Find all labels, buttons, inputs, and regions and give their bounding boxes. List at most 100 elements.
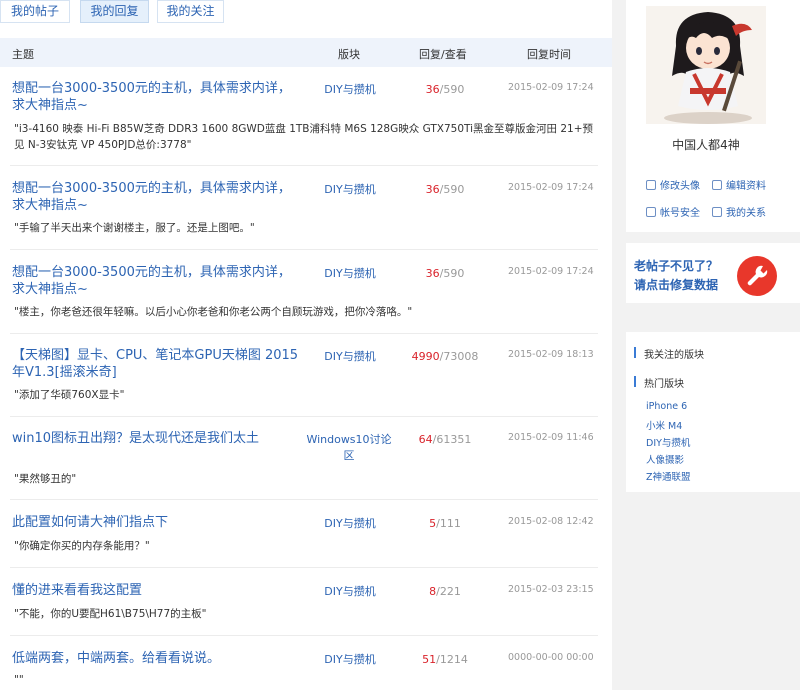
my-relations-label: 我的关系: [726, 208, 766, 219]
view-count: /221: [436, 585, 461, 598]
reply-view-count: 51/1214: [400, 653, 490, 666]
edit-avatar-link[interactable]: 修改头像: [646, 177, 700, 192]
row-divider: [10, 499, 598, 500]
edit-avatar-label: 修改头像: [660, 181, 700, 192]
board-link[interactable]: DIY与攒机: [300, 82, 400, 98]
user-icon: [646, 180, 656, 190]
reply-time: 2015-02-09 11:46: [508, 432, 594, 443]
reply-count: 51: [422, 653, 437, 666]
thread-title-link[interactable]: 【天梯图】显卡、CPU、笔记本GPU天梯图 2015年V1.3[摇滚米奇]: [12, 347, 302, 381]
reply-quote[interactable]: "手输了半天出来个谢谢楼主，服了。还是上图吧。": [14, 220, 599, 236]
view-count: /590: [439, 183, 465, 196]
board-link[interactable]: DIY与攒机: [300, 652, 400, 668]
table-row: 想配一台3000-3500元的主机，具体需求内详，求大神指点~ DIY与攒机 3…: [0, 180, 612, 250]
reply-time: 0000-00-00 00:00: [508, 652, 594, 663]
reply-time: 2015-02-08 12:42: [508, 516, 594, 527]
hot-board-link[interactable]: DIY与攒机: [646, 435, 690, 449]
thread-title-link[interactable]: 低端两套，中端两套。给看看说说。: [12, 650, 302, 667]
avatar[interactable]: [646, 6, 766, 124]
reply-quote[interactable]: "添加了华硕760X显卡": [14, 387, 599, 403]
table-row: win10图标丑出翔？是太现代还是我们太土 Windows10讨论区 64/61…: [0, 430, 612, 500]
reply-view-count: 5/111: [400, 517, 490, 530]
reply-time: 2015-02-09 18:13: [508, 349, 594, 360]
wrench-icon[interactable]: [737, 256, 777, 296]
row-divider: [10, 635, 598, 636]
reply-time: 2015-02-09 17:24: [508, 266, 594, 277]
followed-boards-heading[interactable]: 我关注的版块: [634, 346, 704, 361]
reply-time: 2015-02-09 17:24: [508, 82, 594, 93]
table-row: 懂的进来看看我这配置 DIY与攒机 8/221 2015-02-03 23:15…: [0, 582, 612, 636]
board-link[interactable]: DIY与攒机: [300, 349, 400, 365]
avatar-figurine-image: [646, 6, 766, 124]
account-security-link[interactable]: 帐号安全: [646, 204, 700, 219]
reply-quote[interactable]: "楼主，你老爸还很年轻嘛。以后小心你老爸和你老公两个自顾玩游戏，把你冷落咯。": [14, 304, 599, 320]
thread-title-link[interactable]: 想配一台3000-3500元的主机，具体需求内详，求大神指点~: [12, 80, 302, 114]
table-row: 想配一台3000-3500元的主机，具体需求内详，求大神指点~ DIY与攒机 3…: [0, 264, 612, 334]
thread-title-link[interactable]: 此配置如何请大神们指点下: [12, 514, 302, 531]
reply-count: 64: [418, 433, 433, 446]
hot-board-link[interactable]: 小米 M4: [646, 418, 682, 432]
reply-view-count: 8/221: [400, 585, 490, 598]
board-link[interactable]: Windows10讨论区: [304, 432, 394, 464]
board-link[interactable]: DIY与攒机: [300, 584, 400, 600]
row-divider: [10, 333, 598, 334]
username[interactable]: 中国人都4神: [626, 136, 786, 153]
board-link[interactable]: DIY与攒机: [300, 182, 400, 198]
hot-board-link[interactable]: iPhone 6: [646, 401, 687, 412]
table-row: 想配一台3000-3500元的主机，具体需求内详，求大神指点~ DIY与攒机 3…: [0, 80, 612, 166]
col-board: 版块: [338, 48, 360, 61]
reply-quote[interactable]: "i3-4160 映泰 Hi-Fi B85W芝奇 DDR3 1600 8GWD蓝…: [14, 121, 599, 153]
reply-count: 36: [425, 83, 440, 96]
tab-bar: 我的帖子 我的回复 我的关注: [0, 0, 612, 32]
boards-panel: 我关注的版块 热门版块 iPhone 6 小米 M4 DIY与攒机 人像摄影 Z…: [626, 332, 800, 492]
reply-view-count: 36/590: [400, 267, 490, 280]
hot-board-link[interactable]: Z神通联盟: [646, 469, 691, 483]
reply-view-count: 4990/73008: [400, 350, 490, 363]
thread-title-link[interactable]: win10图标丑出翔？是太现代还是我们太土: [12, 430, 302, 447]
hot-boards-heading: 热门版块: [634, 375, 684, 390]
table-row: 【天梯图】显卡、CPU、笔记本GPU天梯图 2015年V1.3[摇滚米奇] DI…: [0, 347, 612, 417]
reply-view-count: 36/590: [400, 83, 490, 96]
link-icon: [712, 207, 722, 217]
col-reply-view: 回复/查看: [419, 48, 467, 61]
reply-view-count: 36/590: [400, 183, 490, 196]
edit-profile-link[interactable]: 编辑资料: [712, 177, 766, 192]
view-count: /1214: [436, 653, 468, 666]
table-row: 此配置如何请大神们指点下 DIY与攒机 5/111 2015-02-08 12:…: [0, 514, 612, 568]
repair-banner-line2: 请点击修复数据: [634, 278, 719, 292]
repair-banner-line1: 老帖子不见了？: [634, 259, 719, 273]
account-security-label: 帐号安全: [660, 208, 700, 219]
reply-quote[interactable]: "果然够丑的": [14, 471, 599, 487]
view-count: /111: [436, 517, 461, 530]
reply-quote[interactable]: "你确定你买的内存条能用？": [14, 538, 599, 554]
reply-quote[interactable]: "": [14, 672, 599, 688]
table-header: 主题 版块 回复/查看 回复时间: [0, 38, 612, 67]
profile-card: 中国人都4神 修改头像 编辑资料 帐号安全 我的关系: [626, 0, 800, 232]
thread-title-link[interactable]: 想配一台3000-3500元的主机，具体需求内详，求大神指点~: [12, 180, 302, 214]
board-link[interactable]: DIY与攒机: [300, 266, 400, 282]
view-count: /590: [439, 83, 465, 96]
reply-quote[interactable]: "不能，你的U要配H61\B75\H77的主板": [14, 606, 599, 622]
shield-icon: [646, 207, 656, 217]
reply-count: 36: [425, 183, 440, 196]
row-divider: [10, 249, 598, 250]
repair-data-banner[interactable]: 老帖子不见了？ 请点击修复数据: [626, 243, 800, 303]
tab-my-replies[interactable]: 我的回复: [80, 0, 149, 23]
reply-time: 2015-02-09 17:24: [508, 182, 594, 193]
view-count: /73008: [439, 350, 479, 363]
reply-time: 2015-02-03 23:15: [508, 584, 594, 595]
col-topic: 主题: [12, 48, 34, 61]
col-reply-time: 回复时间: [527, 48, 571, 61]
thread-title-link[interactable]: 懂的进来看看我这配置: [12, 582, 302, 599]
tab-my-follows[interactable]: 我的关注: [157, 0, 224, 23]
table-row: 低端两套，中端两套。给看看说说。 DIY与攒机 51/1214 0000-00-…: [0, 650, 612, 690]
row-divider: [10, 416, 598, 417]
thread-title-link[interactable]: 想配一台3000-3500元的主机，具体需求内详，求大神指点~: [12, 264, 302, 298]
view-count: /61351: [432, 433, 472, 446]
my-relations-link[interactable]: 我的关系: [712, 204, 766, 219]
tab-my-posts[interactable]: 我的帖子: [0, 0, 70, 23]
hot-board-link[interactable]: 人像摄影: [646, 452, 684, 466]
board-link[interactable]: DIY与攒机: [300, 516, 400, 532]
edit-profile-label: 编辑资料: [726, 181, 766, 192]
row-divider: [10, 567, 598, 568]
